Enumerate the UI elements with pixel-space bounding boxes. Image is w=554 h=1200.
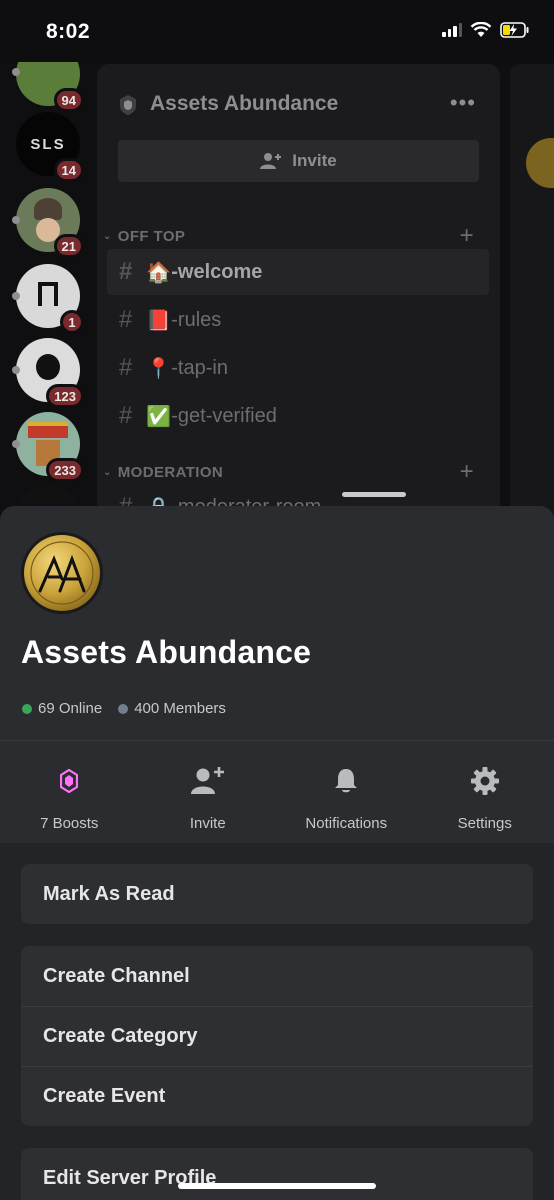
status-time: 8:02 [46,20,91,43]
channel-name: -get-verified [171,404,277,427]
add-user-icon [260,153,282,169]
channel-emoji: ✅ [146,405,172,428]
more-options-icon[interactable]: ••• [450,90,476,116]
menu-card-create: Create Channel Create Category Create Ev… [21,946,533,1126]
server-logo-icon [24,535,100,611]
invite-action-label: Invite [189,815,226,832]
notifications-label: Notifications [305,815,388,832]
server-bottom-sheet: Assets Abundance 69 Online 400 Members 7… [0,506,554,1200]
hash-icon: # [119,258,133,285]
unread-pip [12,366,20,374]
unread-pip [12,216,20,224]
channel-name: -tap-in [171,356,228,379]
mention-badge: 94 [53,88,84,112]
server-icon[interactable]: SLS 14 [16,112,84,182]
server-icon-label: SLS [30,135,66,153]
channel-name: -rules [171,308,222,331]
members-label: 400 Members [134,700,226,717]
hash-icon: # [119,402,133,429]
create-category-button[interactable]: Create Category [21,1006,533,1066]
bell-icon [335,769,358,793]
create-channel-button[interactable]: Create Channel [21,946,533,1006]
server-icon[interactable]: 1 [12,264,84,334]
add-channel-icon[interactable]: + [460,458,474,486]
invite-action-button[interactable]: Invite [139,741,278,843]
menu-card-read: Mark As Read [21,864,533,924]
status-bar: 8:02 [0,0,554,62]
server-icon[interactable]: 94 [12,62,84,112]
unread-pip [12,440,20,448]
boost-icon [60,769,79,793]
channel-emoji: 🏠 [146,261,172,284]
boosts-button[interactable]: 7 Boosts [0,741,139,843]
mention-badge: 233 [46,458,84,482]
cellular-signal-icon [442,23,462,37]
wifi-icon [470,22,492,37]
category-label: MODERATION [117,463,224,481]
mention-badge: 123 [46,384,84,408]
home-indicator[interactable] [178,1183,376,1189]
server-shield-icon [120,95,136,115]
quick-actions: 7 Boosts Invite Notifications Settings [0,741,554,843]
member-count: 400 Members [118,700,226,717]
invite-label: Invite [292,151,337,170]
notifications-button[interactable]: Notifications [277,741,416,843]
unread-pip [12,292,20,300]
unread-pip [12,68,20,76]
gear-icon [470,767,499,795]
create-event-button[interactable]: Create Event [21,1066,533,1126]
server-title: Assets Abundance [21,634,312,670]
hash-icon: # [119,306,133,333]
online-dot-icon [22,703,32,714]
add-channel-icon[interactable]: + [460,222,474,250]
server-name: Assets Abundance [150,92,339,115]
menu-area: Mark As Read Create Channel Create Categ… [0,843,554,1200]
menu-card-profile: Edit Server Profile [21,1148,533,1200]
server-avatar [21,532,103,614]
mention-badge: 21 [53,234,84,258]
edit-server-profile-button[interactable]: Edit Server Profile [21,1148,533,1200]
mark-as-read-button[interactable]: Mark As Read [21,864,533,924]
boosts-label: 7 Boosts [40,815,99,832]
server-stats: 69 Online 400 Members [22,700,242,717]
channel-name: -welcome [171,260,263,283]
mention-badge: 1 [60,310,84,334]
status-icons [442,22,530,38]
settings-label: Settings [457,815,512,832]
category-off-top[interactable]: ⌄ OFF TOP + [103,222,474,250]
channel-rules[interactable]: # 📕 -rules [107,297,489,343]
channel-list-panel: Assets Abundance ••• Invite ⌄ OFF TOP + … [97,64,500,522]
chevron-down-icon: ⌄ [103,230,112,242]
settings-button[interactable]: Settings [416,741,554,843]
battery-charging-icon [500,22,529,38]
hash-icon: # [119,354,133,381]
add-user-icon [190,767,224,794]
invite-button[interactable]: Invite [118,140,479,182]
category-label: OFF TOP [117,227,186,245]
member-dot-icon [118,703,129,714]
background-app: 94 SLS 14 21 1 123 233 Assets Abundance … [0,62,554,522]
chat-panel-edge [510,64,554,522]
chevron-down-icon: ⌄ [103,466,112,478]
mention-badge: 14 [53,158,84,182]
online-label: 69 Online [38,700,103,717]
channel-get-verified[interactable]: # ✅ -get-verified [107,393,489,439]
online-count: 69 Online [22,700,102,717]
channel-emoji: 📕 [146,309,172,332]
channel-emoji: 📍 [146,357,172,380]
channel-tap-in[interactable]: # 📍 -tap-in [107,345,489,391]
channel-welcome[interactable]: # 🏠 -welcome [107,249,489,295]
server-icon[interactable]: 21 [12,188,84,258]
sheet-drag-handle[interactable] [342,492,406,497]
category-moderation[interactable]: ⌄ MODERATION + [103,458,474,486]
server-icon[interactable]: 233 [12,412,84,482]
server-icon[interactable]: 123 [12,338,84,408]
server-rail: 94 SLS 14 21 1 123 233 [0,62,96,522]
